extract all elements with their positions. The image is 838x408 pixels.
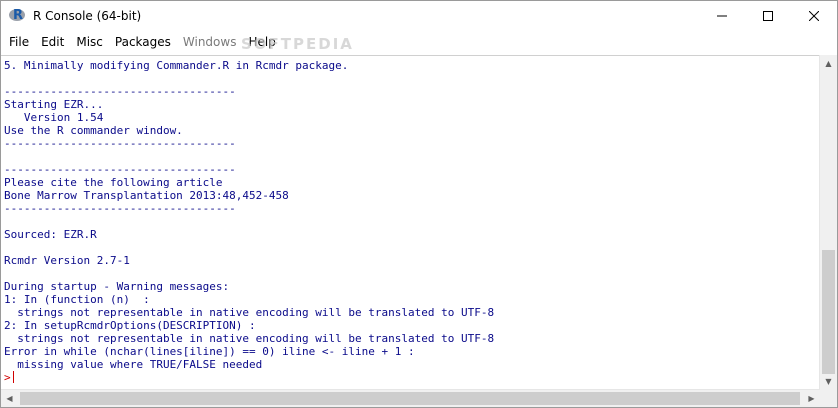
maximize-icon [763,11,773,21]
console-line: Version 1.54 [4,111,104,124]
menu-packages[interactable]: Packages [109,31,177,53]
menu-file[interactable]: File [3,31,35,53]
console-line: Rcmdr Version 2.7-1 [4,254,130,267]
console-line: ----------------------------------- [4,163,236,176]
console-line: During startup - Warning messages: [4,280,230,293]
menu-bar: File Edit Misc Packages Windows Help [1,31,837,53]
scroll-left-icon[interactable]: ◀ [1,390,18,407]
r-console-window: R R Console (64-bit) File Edit Misc Pack… [0,0,838,408]
menu-windows[interactable]: Windows [177,31,243,53]
prompt-symbol: > [4,371,11,384]
maximize-button[interactable] [745,1,791,31]
console-line: Bone Marrow Transplantation 2013:48,452-… [4,189,289,202]
horizontal-scroll-thumb[interactable] [20,392,800,405]
console-line: Sourced: EZR.R [4,228,97,241]
console-line: 1: In (function (n) : [4,293,150,306]
console-line: Error in while (nchar(lines[iline]) == 0… [4,345,415,358]
close-icon [809,11,819,21]
scroll-up-icon[interactable]: ▲ [820,55,837,72]
console-output[interactable]: 5. Minimally modifying Commander.R in Rc… [1,55,820,391]
horizontal-scrollbar[interactable]: ◀ ▶ [1,389,820,407]
scroll-right-icon[interactable]: ▶ [803,390,820,407]
console-line: Please cite the following article [4,176,223,189]
console-line: Use the R commander window. [4,124,183,137]
console-line: ----------------------------------- [4,202,236,215]
console-line: 2: In setupRcmdrOptions(DESCRIPTION) : [4,319,256,332]
console-prompt[interactable]: > [4,371,494,384]
console-line: Starting EZR... [4,98,104,111]
console-line: strings not representable in native enco… [4,332,495,345]
text-cursor [12,371,14,383]
scroll-down-icon[interactable]: ▼ [820,373,837,390]
minimize-icon [717,15,727,17]
softpedia-watermark: SOFTPEDIA [241,35,354,53]
menu-edit[interactable]: Edit [35,31,70,53]
console-lines: 5. Minimally modifying Commander.R in Rc… [4,59,494,384]
title-bar[interactable]: R R Console (64-bit) [1,1,837,31]
scrollbar-corner [820,390,837,407]
console-line: 5. Minimally modifying Commander.R in Rc… [4,59,349,72]
r-logo-icon[interactable]: R [9,7,27,25]
menu-misc[interactable]: Misc [70,31,109,53]
minimize-button[interactable] [699,1,745,31]
window-title: R Console (64-bit) [33,9,142,23]
vertical-scrollbar[interactable]: ▲ ▼ [819,55,837,390]
console-line: missing value where TRUE/FALSE needed [4,358,263,371]
console-line: ----------------------------------- [4,85,236,98]
vertical-scroll-thumb[interactable] [822,250,835,374]
close-button[interactable] [791,1,837,31]
console-line: strings not representable in native enco… [4,306,495,319]
console-line: ----------------------------------- [4,137,236,150]
